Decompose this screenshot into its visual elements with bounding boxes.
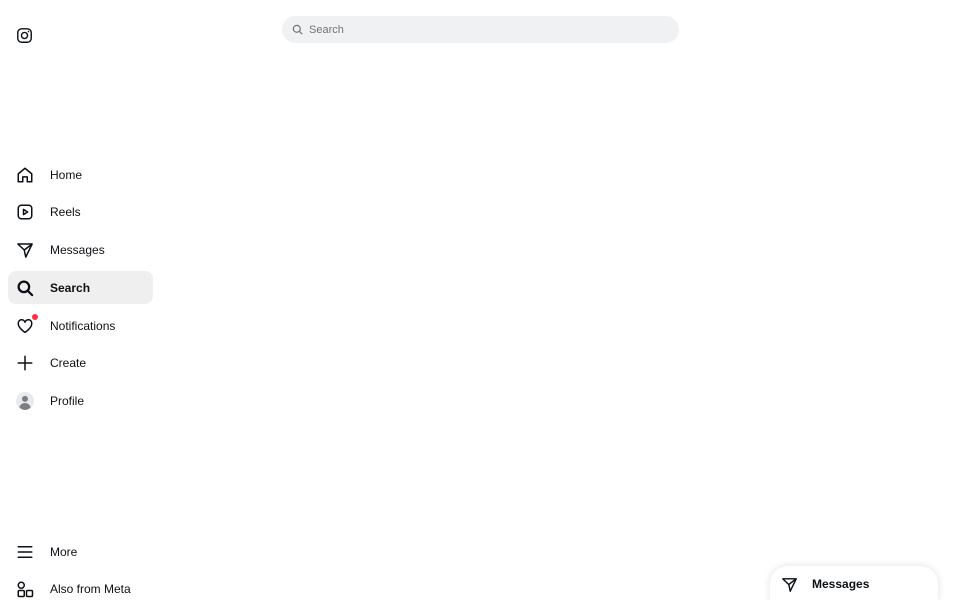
messages-icon — [781, 576, 798, 593]
bottom-nav: More Also from Meta — [8, 535, 153, 600]
sidebar-item-reels[interactable]: Reels — [8, 196, 153, 229]
search-icon — [15, 278, 35, 298]
sidebar-item-profile[interactable]: Profile — [8, 385, 153, 418]
sidebar-item-also-from-meta[interactable]: Also from Meta — [8, 573, 153, 600]
sidebar-item-label: More — [50, 544, 78, 559]
sidebar-item-label: Reels — [50, 205, 81, 220]
sidebar-item-label: Messages — [50, 243, 105, 258]
sidebar-item-more[interactable]: More — [8, 535, 153, 568]
app-root: Home Reels Messages Search Notifications… — [0, 0, 960, 600]
menu-icon — [15, 542, 35, 562]
search-icon — [292, 24, 303, 35]
sidebar-item-messages[interactable]: Messages — [8, 234, 153, 267]
avatar-icon — [15, 391, 35, 411]
heart-icon — [15, 313, 38, 336]
messages-button[interactable]: Messages — [770, 566, 938, 600]
search-bar[interactable] — [282, 16, 679, 43]
plus-icon — [15, 353, 35, 373]
sidebar-item-label: Home — [50, 167, 83, 182]
sidebar-item-search[interactable]: Search — [8, 271, 153, 305]
sidebar-item-create[interactable]: Create — [8, 347, 153, 380]
sidebar: Home Reels Messages Search Notifications… — [0, 0, 162, 600]
search-input[interactable] — [309, 16, 679, 43]
home-icon — [15, 165, 35, 185]
instagram-logo-icon[interactable] — [12, 23, 36, 47]
sidebar-item-label: Profile — [50, 394, 85, 409]
reels-icon — [15, 202, 35, 222]
sidebar-item-label: Notifications — [50, 318, 116, 333]
notification-badge — [32, 313, 38, 320]
apps-icon — [15, 579, 35, 599]
sidebar-item-label: Search — [50, 280, 91, 295]
sidebar-item-label: Create — [50, 356, 87, 371]
sidebar-item-home[interactable]: Home — [8, 158, 153, 191]
messages-button-label: Messages — [812, 577, 870, 591]
sidebar-item-notifications[interactable]: Notifications — [8, 309, 153, 342]
main-nav: Home Reels Messages Search Notifications… — [8, 158, 153, 423]
messages-icon — [15, 240, 35, 260]
sidebar-item-label: Also from Meta — [50, 582, 131, 597]
